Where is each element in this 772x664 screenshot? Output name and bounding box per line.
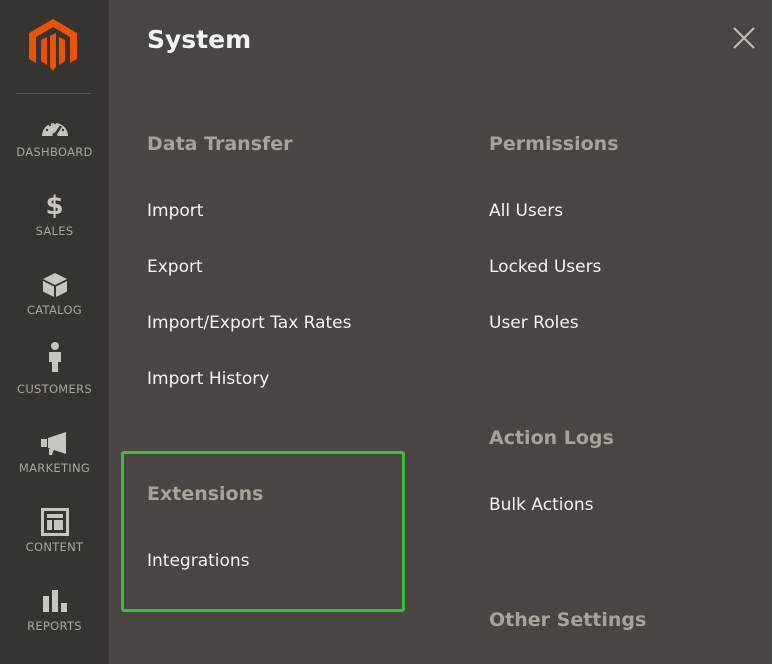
nav-item-reports[interactable]: REPORTS xyxy=(0,587,109,657)
menu-link-integrations[interactable]: Integrations xyxy=(147,551,250,571)
admin-sidebar: DASHBOARD $ SALES CATALOG CUSTOMERS MARK… xyxy=(0,0,109,664)
speedometer-icon xyxy=(39,113,71,141)
nav-item-catalog[interactable]: CATALOG xyxy=(0,271,109,341)
megaphone-icon xyxy=(39,429,71,457)
nav-item-content[interactable]: CONTENT xyxy=(0,508,109,578)
group-title-action-logs: Action Logs xyxy=(489,427,614,449)
layout-icon xyxy=(39,508,71,536)
box-icon xyxy=(39,271,71,299)
menu-link-bulk-actions[interactable]: Bulk Actions xyxy=(489,495,594,515)
bar-chart-icon xyxy=(39,587,71,615)
nav-item-sales[interactable]: $ SALES xyxy=(0,192,109,262)
nav-label-content: CONTENT xyxy=(25,540,84,554)
extensions-highlight-box xyxy=(121,451,405,612)
nav-label-sales: SALES xyxy=(35,224,74,238)
nav-label-dashboard: DASHBOARD xyxy=(16,145,93,159)
nav-label-reports: REPORTS xyxy=(27,619,82,633)
close-icon[interactable] xyxy=(731,25,757,51)
nav-item-marketing[interactable]: MARKETING xyxy=(0,429,109,499)
nav-label-marketing: MARKETING xyxy=(18,461,91,475)
group-title-permissions: Permissions xyxy=(489,133,619,155)
nav-label-catalog: CATALOG xyxy=(26,303,83,317)
panel-title: System xyxy=(147,25,252,54)
system-menu-panel: System Data Transfer Import Export Impor… xyxy=(109,0,772,664)
group-title-other-settings: Other Settings xyxy=(489,609,647,631)
menu-link-locked-users[interactable]: Locked Users xyxy=(489,257,601,277)
dollar-icon: $ xyxy=(45,191,64,221)
menu-link-import[interactable]: Import xyxy=(147,201,203,221)
magento-logo-icon[interactable] xyxy=(29,19,77,71)
group-title-data-transfer: Data Transfer xyxy=(147,133,293,155)
nav-item-dashboard[interactable]: DASHBOARD xyxy=(0,113,109,183)
menu-link-all-users[interactable]: All Users xyxy=(489,201,563,221)
group-title-extensions: Extensions xyxy=(147,483,264,505)
menu-link-import-history[interactable]: Import History xyxy=(147,369,269,389)
person-icon xyxy=(39,342,71,372)
menu-link-user-roles[interactable]: User Roles xyxy=(489,313,579,333)
nav-label-customers: CUSTOMERS xyxy=(16,382,92,396)
logo-divider xyxy=(16,93,91,94)
menu-link-export[interactable]: Export xyxy=(147,257,203,277)
menu-link-import-export-tax-rates[interactable]: Import/Export Tax Rates xyxy=(147,313,352,333)
nav-item-customers[interactable]: CUSTOMERS xyxy=(0,342,109,420)
